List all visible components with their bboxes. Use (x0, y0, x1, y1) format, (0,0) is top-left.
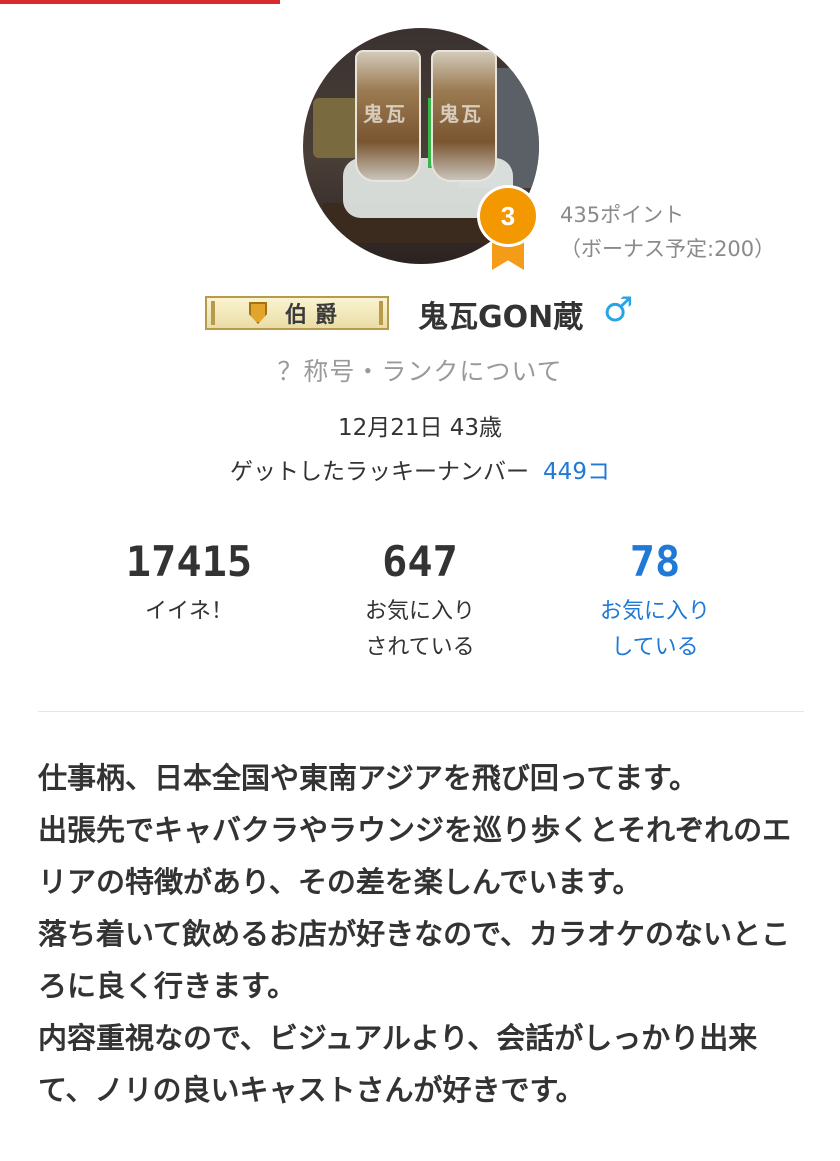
lucky-number-count[interactable]: 449コ (543, 459, 610, 485)
bio-paragraph: 落ち着いて飲めるお店が好きなので、カラオケのないところに良く行きます。 (38, 917, 790, 1003)
rank-medal-badge: 3 (476, 188, 540, 272)
points-info: 435ポイント （ボーナス予定:200） (560, 198, 775, 266)
stat-label: お気に入り されている (300, 594, 540, 666)
username: 鬼瓦GON蔵 (418, 300, 584, 335)
rank-info-link[interactable]: ？称号・ランクについて (0, 352, 840, 388)
badge-frame-bar (211, 301, 215, 325)
top-accent-bar (0, 0, 280, 4)
stat-value: 17415 (125, 537, 253, 586)
shield-icon (248, 302, 267, 324)
bio-paragraph: 仕事柄、日本全国や東南アジアを飛び回ってます。 (38, 761, 699, 795)
lucky-number-row: ゲットしたラッキーナンバー 449コ (0, 452, 840, 486)
birthday-age: 12月21日 43歳 (337, 415, 503, 441)
stat-value[interactable]: 78 (535, 534, 775, 590)
badge-frame-bar (379, 301, 383, 325)
male-gender-icon: ♂ (603, 290, 634, 330)
profile-bio: 仕事柄、日本全国や東南アジアを飛び回ってます。 出張先でキャバクラやラウンジを巡… (38, 752, 808, 1116)
stat-favorited-by: 647 お気に入り されている (300, 534, 540, 666)
stat-label-line[interactable]: している (535, 630, 775, 666)
stat-likes: 17415 イイネ！ (69, 534, 309, 630)
section-divider (38, 711, 804, 712)
title-badge-label: 伯爵 (284, 302, 345, 328)
avatar-photo-glass: 鬼瓦 (355, 50, 421, 182)
stat-label-line[interactable]: お気に入り (535, 594, 775, 630)
rank-number: 3 (480, 188, 536, 244)
stat-value: 647 (382, 537, 458, 586)
stat-label-line: お気に入り (364, 599, 475, 624)
avatar-photo-glass: 鬼瓦 (431, 50, 497, 182)
stat-favorites-link[interactable]: 78 お気に入り している (535, 534, 775, 666)
bonus-points: （ボーナス予定:200） (560, 237, 776, 261)
stat-label: イイネ！ (144, 599, 233, 624)
lucky-number-label: ゲットしたラッキーナンバー (230, 459, 530, 485)
stat-label-line: されている (365, 635, 475, 660)
bio-paragraph: 内容重視なので、ビジュアルより、会話がしっかり出来て、ノリの良いキャストさんが好… (38, 1021, 758, 1107)
stat-label[interactable]: お気に入り している (535, 594, 775, 666)
bio-paragraph: 出張先でキャバクラやラウンジを巡り歩くとそれぞれのエリアの特徴があり、その差を楽… (38, 813, 792, 899)
points-value: 435ポイント (560, 203, 685, 227)
title-badge: 伯爵 (205, 296, 389, 330)
